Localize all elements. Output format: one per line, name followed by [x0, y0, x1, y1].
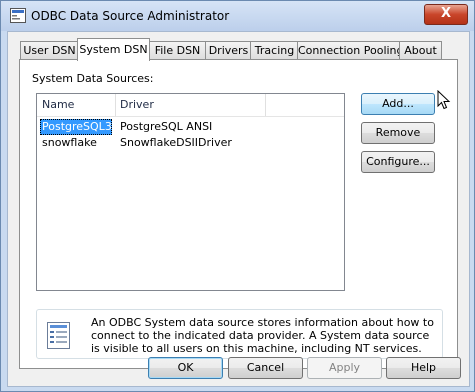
tab-label: System DSN [79, 43, 148, 56]
tab-label: Tracing [254, 44, 295, 57]
tab-label: Drivers [208, 44, 249, 57]
system-dsn-page: System Data Sources: Name Driver Postgre… [19, 59, 458, 369]
ok-button[interactable]: OK [148, 357, 223, 379]
column-header-name[interactable]: Name [42, 98, 74, 111]
add-button[interactable]: Add... [361, 93, 435, 115]
apply-button[interactable]: Apply [307, 357, 382, 379]
tab-label: About [404, 44, 437, 57]
window-title: ODBC Data Source Administrator [31, 9, 230, 23]
dsn-driver: PostgreSQL ANSI [120, 120, 213, 133]
configure-button[interactable]: Configure... [361, 151, 435, 173]
help-button[interactable]: Help [386, 357, 461, 379]
info-description: An ODBC System data source stores inform… [91, 316, 434, 355]
mouse-pointer-icon [437, 90, 451, 110]
data-source-list[interactable]: Name Driver PostgreSQL30 PostgreSQL ANSI… [36, 93, 345, 291]
tab-system-dsn[interactable]: System DSN [77, 38, 150, 61]
close-button[interactable]: X [424, 4, 468, 25]
column-divider[interactable] [115, 94, 116, 116]
cancel-button[interactable]: Cancel [228, 357, 303, 379]
tab-connection-pooling[interactable]: Connection Pooling [297, 41, 404, 60]
column-divider[interactable] [265, 94, 266, 116]
tab-label: Connection Pooling [298, 44, 404, 57]
odbc-app-icon [10, 8, 26, 23]
list-item[interactable]: PostgreSQL30 PostgreSQL ANSI [37, 119, 344, 135]
section-label: System Data Sources: [32, 72, 154, 85]
tab-label: User DSN [23, 44, 76, 57]
close-icon: X [440, 6, 452, 21]
odbc-window: ODBC Data Source Administrator X User DS… [0, 0, 475, 392]
list-header: Name Driver [37, 94, 344, 117]
tab-drivers[interactable]: Drivers [205, 41, 252, 60]
column-header-driver[interactable]: Driver [120, 98, 154, 111]
tab-user-dsn[interactable]: User DSN [20, 41, 79, 60]
dsn-driver: SnowflakeDSIIDriver [120, 136, 232, 149]
tab-tracing[interactable]: Tracing [250, 41, 299, 60]
tab-about[interactable]: About [399, 41, 442, 60]
tab-file-dsn[interactable]: File DSN [148, 41, 207, 60]
title-bar[interactable]: ODBC Data Source Administrator X [1, 1, 474, 31]
info-panel: An ODBC System data source stores inform… [36, 309, 443, 359]
remove-button[interactable]: Remove [361, 122, 435, 144]
list-item[interactable]: snowflake SnowflakeDSIIDriver [37, 135, 344, 151]
tab-label: File DSN [154, 44, 201, 57]
dsn-name: snowflake [42, 136, 97, 149]
data-source-info-icon [47, 322, 70, 349]
dialog-client-area: User DSN System DSN File DSN Drivers Tra… [7, 31, 470, 387]
dsn-name: PostgreSQL30 [42, 120, 119, 133]
